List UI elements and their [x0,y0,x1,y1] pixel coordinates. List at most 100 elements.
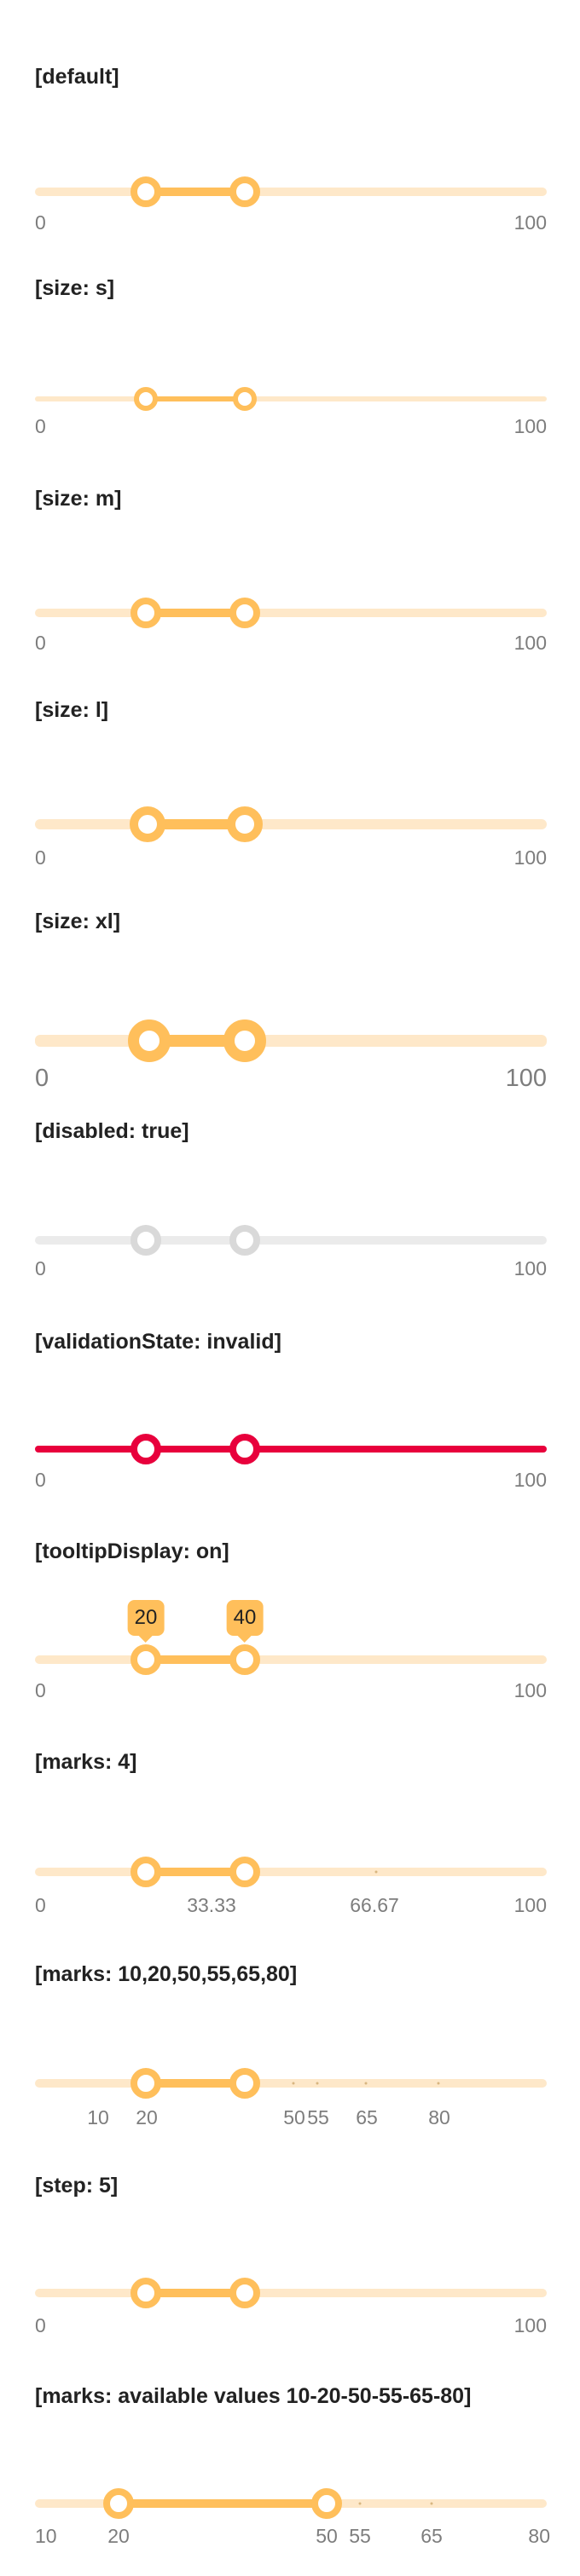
section-label-default: [default] [35,65,119,89]
slider-track[interactable] [35,188,547,196]
slider-thumb-start[interactable] [130,1857,161,1887]
tick-label: 10 [35,2525,57,2547]
tick-label-max: 100 [513,1257,547,1279]
slider-thumb-start[interactable] [130,176,161,207]
slider-track[interactable] [35,1035,547,1047]
tick-label-min: 0 [35,1469,46,1491]
slider-track[interactable] [35,819,547,829]
tick-label: 55 [307,2106,329,2128]
slider-thumb-start[interactable] [128,1019,171,1062]
tick-label-min: 0 [35,2314,46,2336]
slider-mark [358,2502,362,2505]
slider-track [35,1236,547,1245]
slider-track[interactable] [35,1446,547,1453]
section-label-step-5: [step: 5] [35,2174,119,2198]
slider-thumb-end[interactable] [229,1644,260,1675]
slider-thumb-start[interactable] [130,2068,161,2099]
slider-thumb-end[interactable] [229,2278,260,2308]
tick-label-min: 0 [35,632,46,654]
slider-mark [292,2082,295,2085]
tick-label-min: 0 [35,1679,46,1701]
slider-thumb-end[interactable] [311,2488,342,2519]
tick-label-min: 0 [35,1257,46,1279]
tick-label: 65 [356,2106,378,2128]
tick-label: 0 [35,1894,46,1916]
section-label-tooltip-on: [tooltipDisplay: on] [35,1539,229,1563]
slider-range [119,2499,327,2508]
tick-label: 20 [107,2525,130,2547]
tick-label-max: 100 [513,1679,547,1701]
tick-label: 55 [349,2525,371,2547]
slider-disabled [35,1215,547,1266]
slider-thumb-end[interactable] [229,2068,260,2099]
slider-thumb-end[interactable] [233,387,257,411]
tick-label-max: 100 [513,632,547,654]
tooltip-start-value: 20 [127,1600,165,1636]
slider-thumb-end[interactable] [227,806,263,842]
slider-tooltip[interactable] [35,1634,547,1685]
tick-label-max: 100 [513,211,547,234]
tick-label: 80 [528,2525,550,2547]
slider-thumb-start[interactable] [130,1644,161,1675]
slider-track[interactable] [35,2289,547,2297]
slider-thumb-start[interactable] [134,387,158,411]
slider-thumb-end[interactable] [229,1857,260,1887]
tick-label-max: 100 [513,2314,547,2336]
slider-track[interactable] [35,1868,547,1876]
slider-mark [437,2082,440,2085]
tick-label: 100 [513,1894,547,1916]
tick-label: 50 [316,2525,338,2547]
section-label-size-s: [size: s] [35,276,115,300]
slider-marks-list[interactable] [35,2058,547,2109]
section-label-disabled: [disabled: true] [35,1119,189,1143]
slider-thumb-start [130,1225,161,1256]
slider-track[interactable] [35,2079,547,2088]
slider-thumb-start[interactable] [103,2488,134,2519]
slider-thumb-end[interactable] [223,1019,266,1062]
section-label-size-m: [size: m] [35,487,122,511]
tick-label: 10 [87,2106,109,2128]
slider-marks-4[interactable] [35,1846,547,1897]
section-label-marks-list: [marks: 10,20,50,55,65,80] [35,1962,298,1986]
section-label-size-l: [size: l] [35,698,109,722]
tick-label-min: 0 [35,846,46,869]
section-label-size-xl: [size: xl] [35,910,121,933]
slider-thumb-end[interactable] [229,176,260,207]
tick-label: 50 [283,2106,305,2128]
tick-label-max: 100 [513,415,547,437]
slider-mark [374,1870,378,1874]
section-label-validation-invalid: [validationState: invalid] [35,1330,281,1354]
slider-invalid[interactable] [35,1424,547,1475]
slider-thumb-end[interactable] [229,598,260,628]
slider-size-m[interactable] [35,587,547,638]
slider-range [146,396,245,401]
tick-label: 65 [420,2525,443,2547]
slider-track[interactable] [35,1655,547,1664]
slider-size-xl[interactable] [35,1015,547,1066]
slider-thumb-end [229,1225,260,1256]
slider-thumb-end[interactable] [229,1434,260,1464]
slider-default[interactable] [35,166,547,217]
tick-label: 20 [136,2106,158,2128]
section-label-available-values: [marks: available values 10-20-50-55-65-… [35,2384,472,2408]
slider-mark [430,2502,433,2505]
slider-thumb-start[interactable] [130,2278,161,2308]
slider-thumb-start[interactable] [130,806,165,842]
tick-label-min: 0 [35,1065,49,1092]
slider-track[interactable] [35,609,547,617]
slider-available-values[interactable] [35,2478,547,2529]
slider-mark [316,2082,319,2085]
slider-size-l[interactable] [35,799,547,850]
tick-label-min: 0 [35,415,46,437]
slider-step-5[interactable] [35,2267,547,2319]
tick-label-max: 100 [513,1469,547,1491]
tick-label: 66.67 [350,1894,399,1916]
tick-label: 33.33 [187,1894,236,1916]
tooltip-end-value: 40 [226,1600,264,1636]
slider-thumb-start[interactable] [130,598,161,628]
slider-thumb-start[interactable] [130,1434,161,1464]
section-label-marks-4: [marks: 4] [35,1750,137,1774]
tick-label-max: 100 [513,846,547,869]
slider-track[interactable] [35,396,547,401]
slider-size-s[interactable] [35,373,547,425]
